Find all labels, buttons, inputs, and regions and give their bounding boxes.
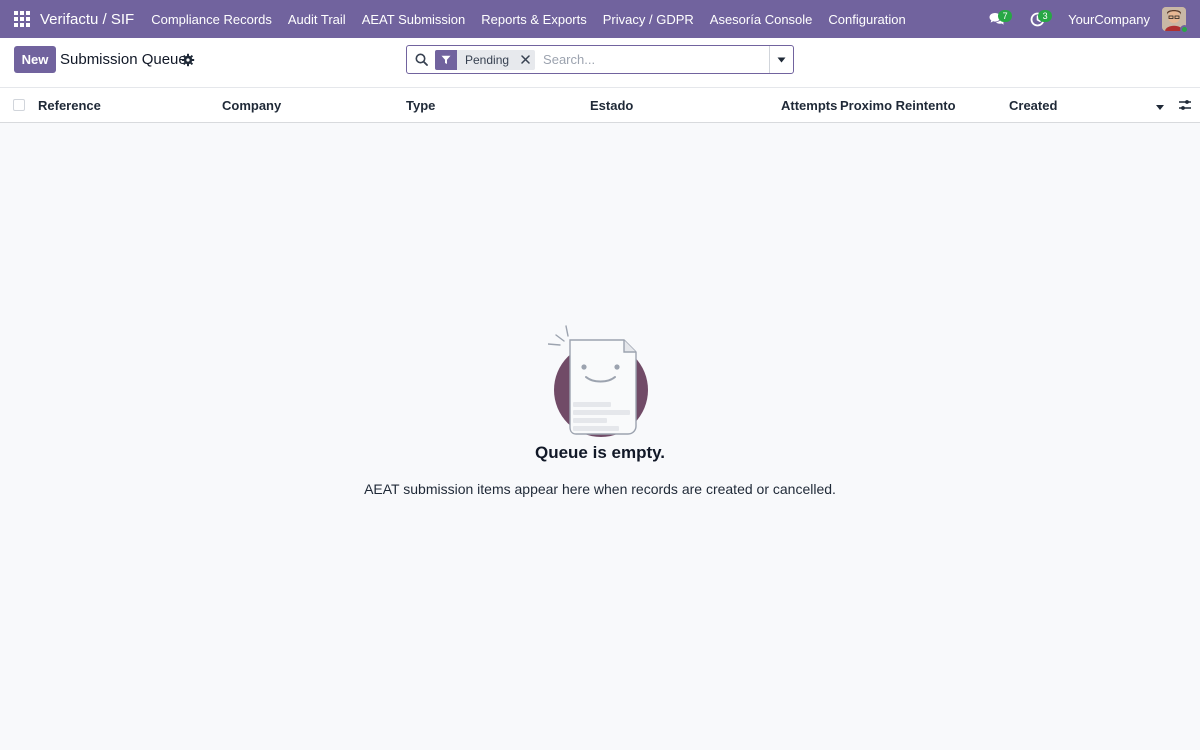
messages-button[interactable]: 7 [986,8,1013,30]
sort-descending-icon[interactable] [1155,102,1165,112]
column-attempts[interactable]: Attempts [781,98,837,113]
menu-configuration[interactable]: Configuration [828,12,905,27]
column-proximo-reintento[interactable]: Proximo Reintento [840,98,956,113]
new-button[interactable]: New [14,46,56,73]
menu-asesoria-console[interactable]: Asesoría Console [710,12,813,27]
menu-audit-trail[interactable]: Audit Trail [288,12,346,27]
filter-icon [435,49,457,70]
search-icon [407,46,435,73]
menu-privacy-gdpr[interactable]: Privacy / GDPR [603,12,694,27]
search-bar: Pending [406,45,794,74]
optional-columns-icon[interactable] [1178,98,1192,112]
app-name[interactable]: Verifactu / SIF [40,11,134,28]
column-reference[interactable]: Reference [38,98,101,113]
main-menu: Compliance Records Audit Trail AEAT Subm… [151,12,922,27]
menu-aeat-submission[interactable]: AEAT Submission [362,12,466,27]
online-status-dot [1180,25,1189,34]
messages-count-badge: 7 [998,10,1013,22]
activities-button[interactable]: 3 [1026,8,1053,30]
search-facet: Pending [435,49,536,70]
column-type[interactable]: Type [406,98,435,113]
list-header: Reference Company Type Estado Attempts P… [0,88,1200,123]
search-options-toggle[interactable] [769,46,793,73]
page-title: Submission Queue [60,51,187,68]
column-estado[interactable]: Estado [590,98,633,113]
control-panel: New Submission Queue Pending Search... [0,38,1200,88]
gear-icon[interactable] [181,53,195,67]
company-switcher[interactable]: YourCompany [1068,12,1150,27]
empty-queue-illustration [548,325,648,437]
navbar-systray: 7 3 YourCompany [986,0,1200,38]
user-avatar[interactable] [1162,7,1189,34]
activities-count-badge: 3 [1038,10,1053,22]
column-created[interactable]: Created [1009,98,1057,113]
top-navbar: Verifactu / SIF Compliance Records Audit… [0,0,1200,38]
facet-value: Pending [465,52,510,67]
select-all-checkbox[interactable] [13,99,25,111]
empty-state-title: Queue is empty. [534,443,666,462]
search-input[interactable] [535,47,769,72]
menu-reports-exports[interactable]: Reports & Exports [481,12,587,27]
empty-state-description: AEAT submission items appear here when r… [364,481,836,497]
close-icon[interactable] [515,50,535,70]
app-menu-icon[interactable] [14,11,30,27]
menu-compliance-records[interactable]: Compliance Records [151,12,272,27]
caret-down-icon [777,57,786,62]
column-company[interactable]: Company [222,98,281,113]
